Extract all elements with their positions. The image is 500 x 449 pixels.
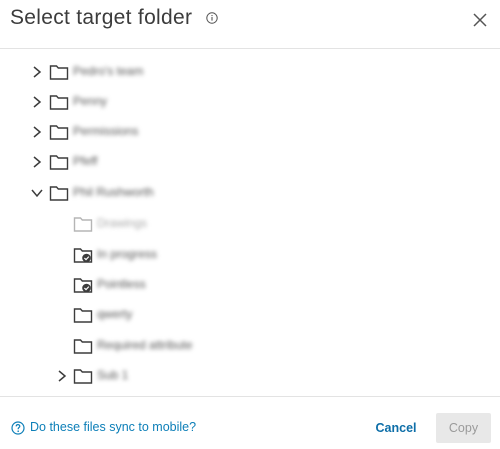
tree-item-label: Pfeff: [73, 154, 98, 168]
chevron-right-icon[interactable]: [30, 65, 44, 79]
tree-item-label: Required attribute: [97, 338, 193, 352]
tree-item[interactable]: Sub 1: [0, 362, 500, 390]
tree-item-label: In progress: [97, 247, 158, 261]
folder-icon: [49, 186, 69, 201]
tree-item-label: Pointless: [97, 277, 146, 291]
tree-item[interactable]: Permissions: [0, 118, 500, 146]
folder-icon: [73, 308, 93, 323]
tree-item-label: Permissions: [73, 124, 139, 138]
tree-item[interactable]: Pedro's team: [0, 58, 500, 86]
tree-item-label: Pedro's team: [73, 64, 144, 78]
dialog-header: Select target folder: [0, 0, 500, 49]
folder-tree[interactable]: Pedro's team Penny Permissions Pfeff Phi…: [0, 49, 500, 396]
folder-check-icon: [73, 248, 93, 263]
close-icon[interactable]: [468, 8, 492, 32]
tree-item-label: Sub 1: [97, 368, 129, 382]
dialog-footer: Do these files sync to mobile? Cancel Co…: [0, 396, 500, 449]
tree-item-label: qwerty: [97, 307, 133, 321]
tree-item-label: Penny: [73, 94, 108, 108]
dialog-title: Select target folder: [10, 6, 193, 29]
tree-item-disabled: Drawings: [0, 210, 500, 238]
tree-item[interactable]: Pfeff: [0, 148, 500, 176]
info-icon[interactable]: [206, 12, 218, 24]
folder-icon: [49, 155, 69, 170]
help-icon: [11, 421, 25, 435]
chevron-down-icon[interactable]: [30, 186, 44, 200]
tree-item[interactable]: In progress: [0, 241, 500, 269]
sync-help-text[interactable]: Do these files sync to mobile?: [30, 420, 196, 434]
folder-icon: [49, 95, 69, 110]
tree-item[interactable]: Required attribute: [0, 332, 500, 360]
tree-item[interactable]: Pointless: [0, 271, 500, 299]
chevron-right-icon[interactable]: [55, 369, 69, 383]
chevron-right-icon[interactable]: [30, 155, 44, 169]
folder-icon: [49, 125, 69, 140]
folder-icon: [73, 217, 93, 232]
folder-check-icon: [73, 278, 93, 293]
select-target-folder-dialog: Select target folder Pedro's team Penny …: [0, 0, 500, 449]
tree-item[interactable]: Phil Rushworth: [0, 179, 500, 207]
folder-icon: [49, 65, 69, 80]
copy-button[interactable]: Copy: [436, 413, 491, 443]
chevron-right-icon[interactable]: [30, 95, 44, 109]
folder-icon: [73, 339, 93, 354]
folder-icon: [73, 369, 93, 384]
tree-item[interactable]: qwerty: [0, 301, 500, 329]
cancel-button[interactable]: Cancel: [370, 413, 422, 443]
chevron-right-icon[interactable]: [30, 125, 44, 139]
tree-item-label: Drawings: [97, 216, 148, 230]
tree-item-label: Phil Rushworth: [73, 185, 154, 199]
tree-item[interactable]: Penny: [0, 88, 500, 116]
